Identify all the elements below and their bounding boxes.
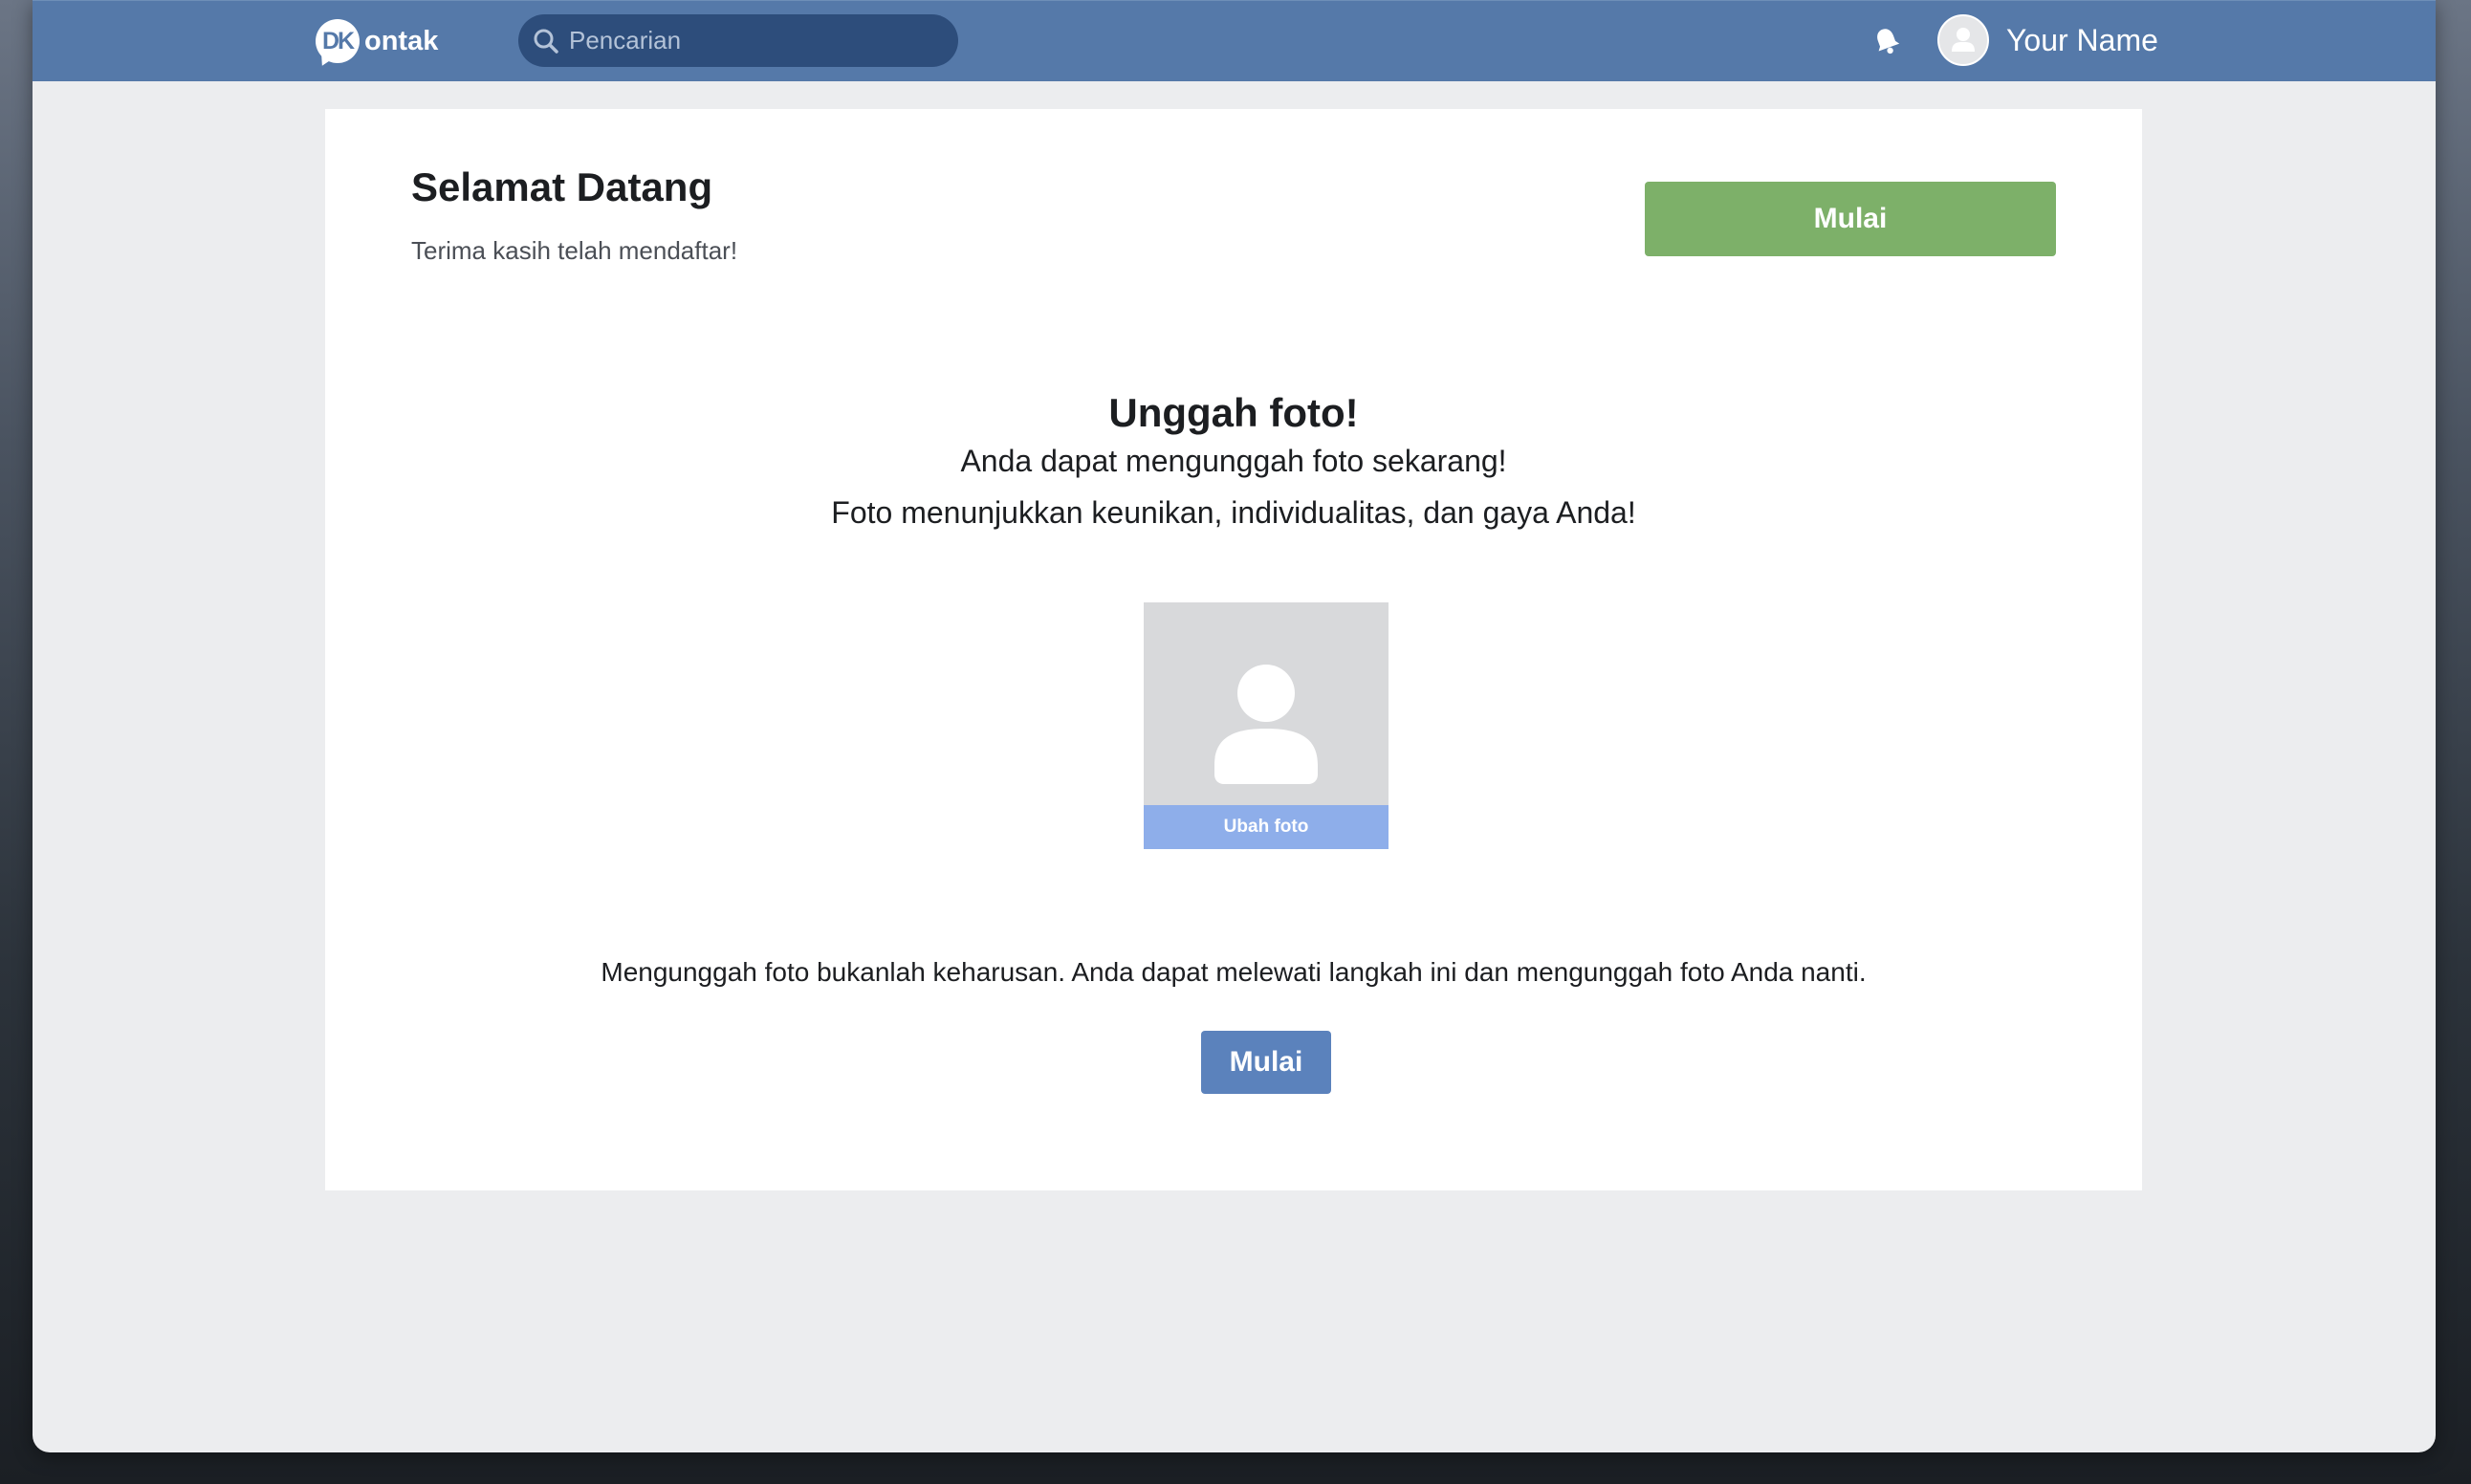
- site-logo[interactable]: DK ontak: [316, 18, 438, 64]
- upload-description-2: Foto menunjukkan keunikan, individualita…: [831, 495, 1636, 530]
- search-input[interactable]: [567, 25, 934, 56]
- bell-icon[interactable]: [1870, 25, 1903, 57]
- user-avatar-icon: [1952, 28, 1975, 52]
- user-name-link[interactable]: Your Name: [2006, 20, 2158, 60]
- start-button-bottom[interactable]: Mulai: [1201, 1031, 1331, 1094]
- top-navigation-bar: DK ontak Pencarian Your Name: [33, 0, 2436, 81]
- browser-window: DK ontak Pencarian Your Name Selamat Dat…: [33, 0, 2436, 1452]
- welcome-title: Selamat Datang: [411, 164, 713, 209]
- start-button-top[interactable]: Mulai: [1645, 182, 2056, 256]
- search-icon: [531, 26, 561, 56]
- search-box[interactable]: [518, 14, 958, 67]
- change-photo-button[interactable]: Ubah foto: [1144, 805, 1389, 849]
- optional-upload-note: Mengunggah foto bukanlah keharusan. Anda…: [601, 957, 1867, 987]
- profile-placeholder-icon: [1214, 665, 1318, 784]
- logo-text: ontak: [364, 25, 439, 56]
- welcome-subtitle: Terima kasih telah mendaftar!: [411, 236, 738, 265]
- profile-photo-upload[interactable]: Ubah foto: [1144, 602, 1389, 849]
- user-avatar[interactable]: [1937, 14, 1989, 66]
- upload-description-1: Anda dapat mengunggah foto sekarang!: [960, 444, 1507, 478]
- upload-heading: Unggah foto!: [1108, 390, 1359, 435]
- desktop-wallpaper-right: [2433, 0, 2471, 1484]
- welcome-card: Selamat Datang Terima kasih telah mendaf…: [325, 109, 2142, 1190]
- logo-mark: DK: [316, 19, 360, 63]
